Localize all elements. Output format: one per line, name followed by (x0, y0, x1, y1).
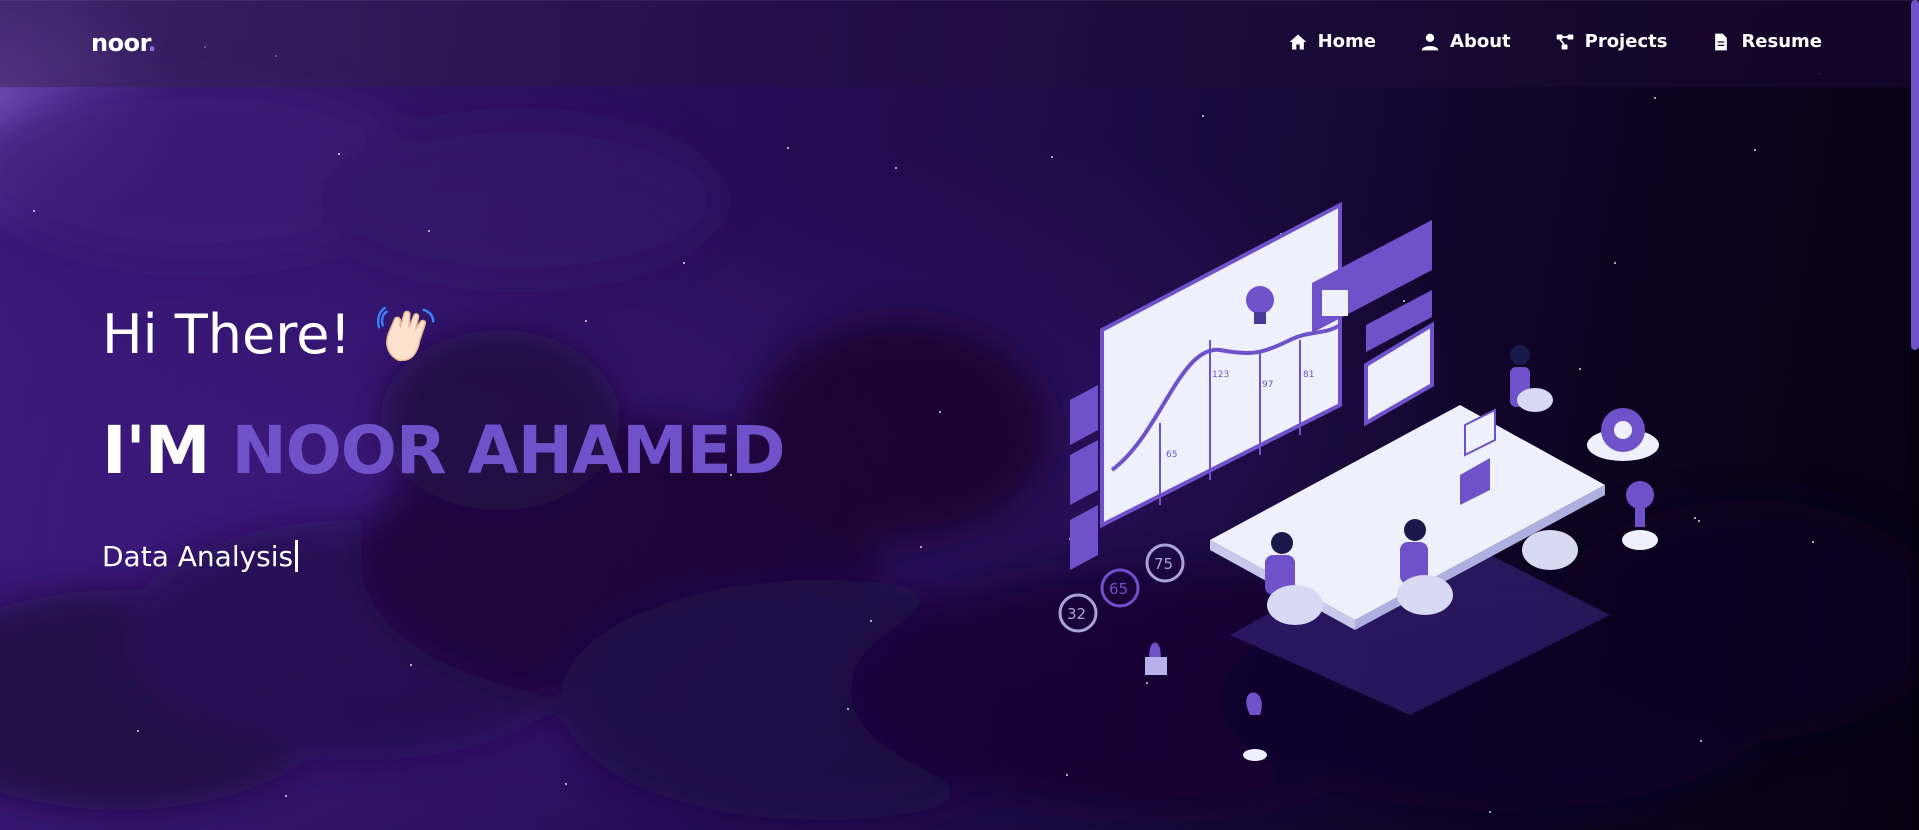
nav-item-home[interactable]: Home (1288, 31, 1376, 52)
brand-logo[interactable]: noor. (91, 29, 157, 57)
nav-item-about[interactable]: About (1420, 31, 1511, 52)
waving-hand-icon (377, 306, 435, 361)
chart-label-65: 65 (1166, 450, 1177, 460)
user-icon (1421, 33, 1439, 50)
navbar: noor. Home About Projects Resume (0, 0, 1919, 87)
nav-item-label: Resume (1741, 31, 1822, 52)
greeting-text: Hi There! (102, 303, 352, 366)
hero-name: NOOR AHAMED (231, 412, 785, 489)
chart-label-97: 97 (1262, 380, 1273, 390)
home-icon (1289, 34, 1306, 49)
role-text: Data Analysis (102, 540, 294, 573)
gauge-value-65: 65 (1109, 580, 1128, 598)
nav-menu: Home About Projects Resume (1288, 31, 1822, 52)
typing-cursor (295, 540, 299, 572)
nav-item-label: About (1450, 31, 1511, 52)
projects-icon (1556, 34, 1573, 49)
scrollbar-thumb[interactable] (1911, 0, 1919, 350)
hero-illustration: 65 123 97 81 32 65 75 (1058, 201, 1659, 761)
typewriter-role: Data Analysis (102, 540, 299, 573)
gauge-value-75: 75 (1154, 555, 1173, 573)
nav-item-resume[interactable]: Resume (1711, 31, 1822, 52)
name-prefix: I'M (102, 412, 210, 489)
brand-dot: . (147, 29, 157, 57)
scrollbar[interactable] (1911, 0, 1919, 830)
gauge-value-32: 32 (1067, 605, 1086, 623)
brand-text: noor (91, 29, 148, 57)
hero-name-heading: I'M NOOR AHAMED (102, 412, 786, 489)
nav-item-label: Projects (1584, 31, 1668, 52)
nav-item-label: Home (1317, 31, 1377, 52)
hero-greeting: Hi There! (102, 303, 439, 366)
nav-item-projects[interactable]: Projects (1555, 31, 1668, 52)
document-icon (1715, 33, 1728, 50)
chart-label-81: 81 (1303, 370, 1314, 380)
chart-label-123: 123 (1212, 370, 1229, 380)
